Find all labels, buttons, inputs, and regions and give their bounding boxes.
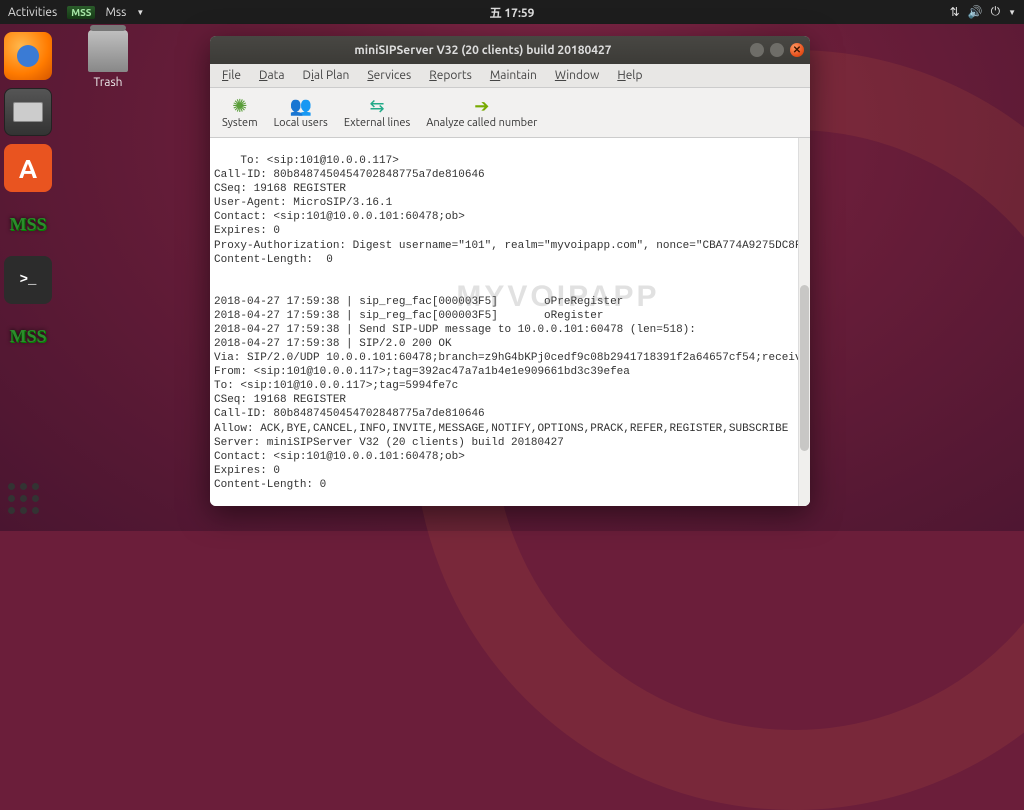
files-icon[interactable]: [4, 88, 52, 136]
menu-reports[interactable]: Reports: [421, 66, 480, 85]
network-icon[interactable]: ⇅: [950, 5, 960, 19]
menu-window[interactable]: Window: [547, 66, 607, 85]
activities-button[interactable]: Activities: [8, 6, 57, 19]
show-applications-button[interactable]: [8, 483, 48, 523]
menu-file[interactable]: File: [214, 66, 249, 85]
toolbar-external-lines-button[interactable]: ⇆ External lines: [338, 95, 416, 131]
trash-label: Trash: [78, 76, 138, 89]
chevron-down-icon[interactable]: ▼: [1008, 8, 1016, 17]
toolbar-label: External lines: [344, 117, 410, 129]
lines-icon: ⇆: [369, 97, 384, 115]
window-minimize-button[interactable]: [750, 43, 764, 57]
trash-desktop-icon[interactable]: Trash: [78, 30, 138, 89]
gnome-topbar: Activities MSS Mss ▼ 五 17:59 ⇅ 🔊 ⏻ ▼: [0, 0, 1024, 24]
toolbar-label: Local users: [274, 117, 328, 129]
trash-icon: [88, 30, 128, 72]
toolbar-system-button[interactable]: ✺ System: [216, 95, 264, 131]
window-maximize-button[interactable]: [770, 43, 784, 57]
menu-maintain[interactable]: Maintain: [482, 66, 545, 85]
chevron-down-icon[interactable]: ▼: [136, 8, 144, 17]
menu-services[interactable]: Services: [359, 66, 419, 85]
clock[interactable]: 五 17:59: [490, 4, 535, 21]
software-center-icon[interactable]: A: [4, 144, 52, 192]
toolbar-analyze-button[interactable]: ➔ Analyze called number: [420, 95, 543, 131]
gear-icon: ✺: [232, 97, 247, 115]
terminal-icon[interactable]: >_: [4, 256, 52, 304]
menu-data[interactable]: Data: [251, 66, 293, 85]
arrow-right-icon: ➔: [474, 97, 489, 115]
app-indicator-icon: MSS: [67, 6, 95, 19]
menu-help[interactable]: Help: [609, 66, 650, 85]
window-title: miniSIPServer V32 (20 clients) build 201…: [216, 44, 750, 57]
log-text: To: <sip:101@10.0.0.117> Call-ID: 80b848…: [214, 155, 810, 506]
toolbar-label: System: [222, 117, 258, 129]
vertical-scrollbar[interactable]: [798, 138, 810, 506]
volume-icon[interactable]: 🔊: [968, 5, 983, 19]
toolbar-local-users-button[interactable]: 👥 Local users: [268, 95, 334, 131]
window-close-button[interactable]: ✕: [790, 43, 804, 57]
scroll-thumb[interactable]: [800, 285, 809, 451]
app-window: miniSIPServer V32 (20 clients) build 201…: [210, 36, 810, 506]
mss-app-icon[interactable]: MSS: [4, 200, 52, 248]
mss-app-icon[interactable]: MSS: [4, 312, 52, 360]
log-output: To: <sip:101@10.0.0.117> Call-ID: 80b848…: [210, 138, 810, 506]
launcher-dock: A MSS >_ MSS: [0, 24, 56, 531]
window-titlebar[interactable]: miniSIPServer V32 (20 clients) build 201…: [210, 36, 810, 64]
power-icon[interactable]: ⏻: [991, 5, 1001, 19]
toolbar-label: Analyze called number: [426, 117, 537, 129]
toolbar: ✺ System 👥 Local users ⇆ External lines …: [210, 88, 810, 138]
users-icon: 👥: [289, 97, 311, 115]
menubar: File Data Dial Plan Services Reports Mai…: [210, 64, 810, 88]
menu-dial-plan[interactable]: Dial Plan: [295, 66, 358, 85]
app-indicator-label[interactable]: Mss: [105, 6, 126, 19]
firefox-icon[interactable]: [4, 32, 52, 80]
